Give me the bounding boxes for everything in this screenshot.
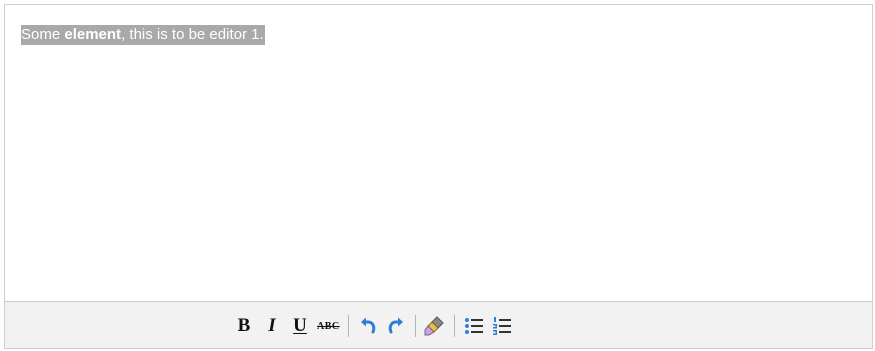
underline-icon: U: [293, 315, 307, 336]
text-after: , this is to be editor 1.: [121, 26, 264, 43]
bold-button[interactable]: B: [233, 314, 255, 338]
editor-content-area[interactable]: Some element, this is to be editor 1.: [5, 5, 872, 301]
italic-icon: I: [268, 315, 276, 336]
numbered-list-icon: [492, 317, 511, 335]
bold-icon: B: [237, 315, 251, 336]
text-before: Some: [21, 26, 65, 43]
toolbar-separator: [347, 315, 349, 337]
selected-text[interactable]: Some element, this is to be editor 1.: [21, 25, 265, 45]
editor-toolbar: B I U ABC: [5, 301, 872, 348]
redo-button[interactable]: [385, 314, 407, 338]
numbered-list-button[interactable]: [491, 314, 513, 338]
italic-button[interactable]: I: [261, 314, 283, 338]
text-bold: element: [64, 26, 122, 43]
remove-format-button[interactable]: [424, 314, 446, 338]
editor-frame: Some element, this is to be editor 1. B …: [4, 4, 873, 349]
undo-button[interactable]: [357, 314, 379, 338]
underline-button[interactable]: U: [289, 314, 311, 338]
remove-format-icon: [424, 316, 444, 336]
bullet-list-button[interactable]: [463, 314, 485, 338]
strikethrough-button[interactable]: ABC: [317, 314, 340, 338]
strikethrough-icon: ABC: [317, 320, 340, 332]
toolbar-separator: [453, 315, 455, 337]
toolbar-buttons: B I U ABC: [233, 313, 519, 339]
undo-icon: [360, 317, 375, 334]
toolbar-separator: [414, 315, 416, 337]
redo-icon: [388, 317, 403, 334]
bullet-list-icon: [464, 318, 483, 334]
